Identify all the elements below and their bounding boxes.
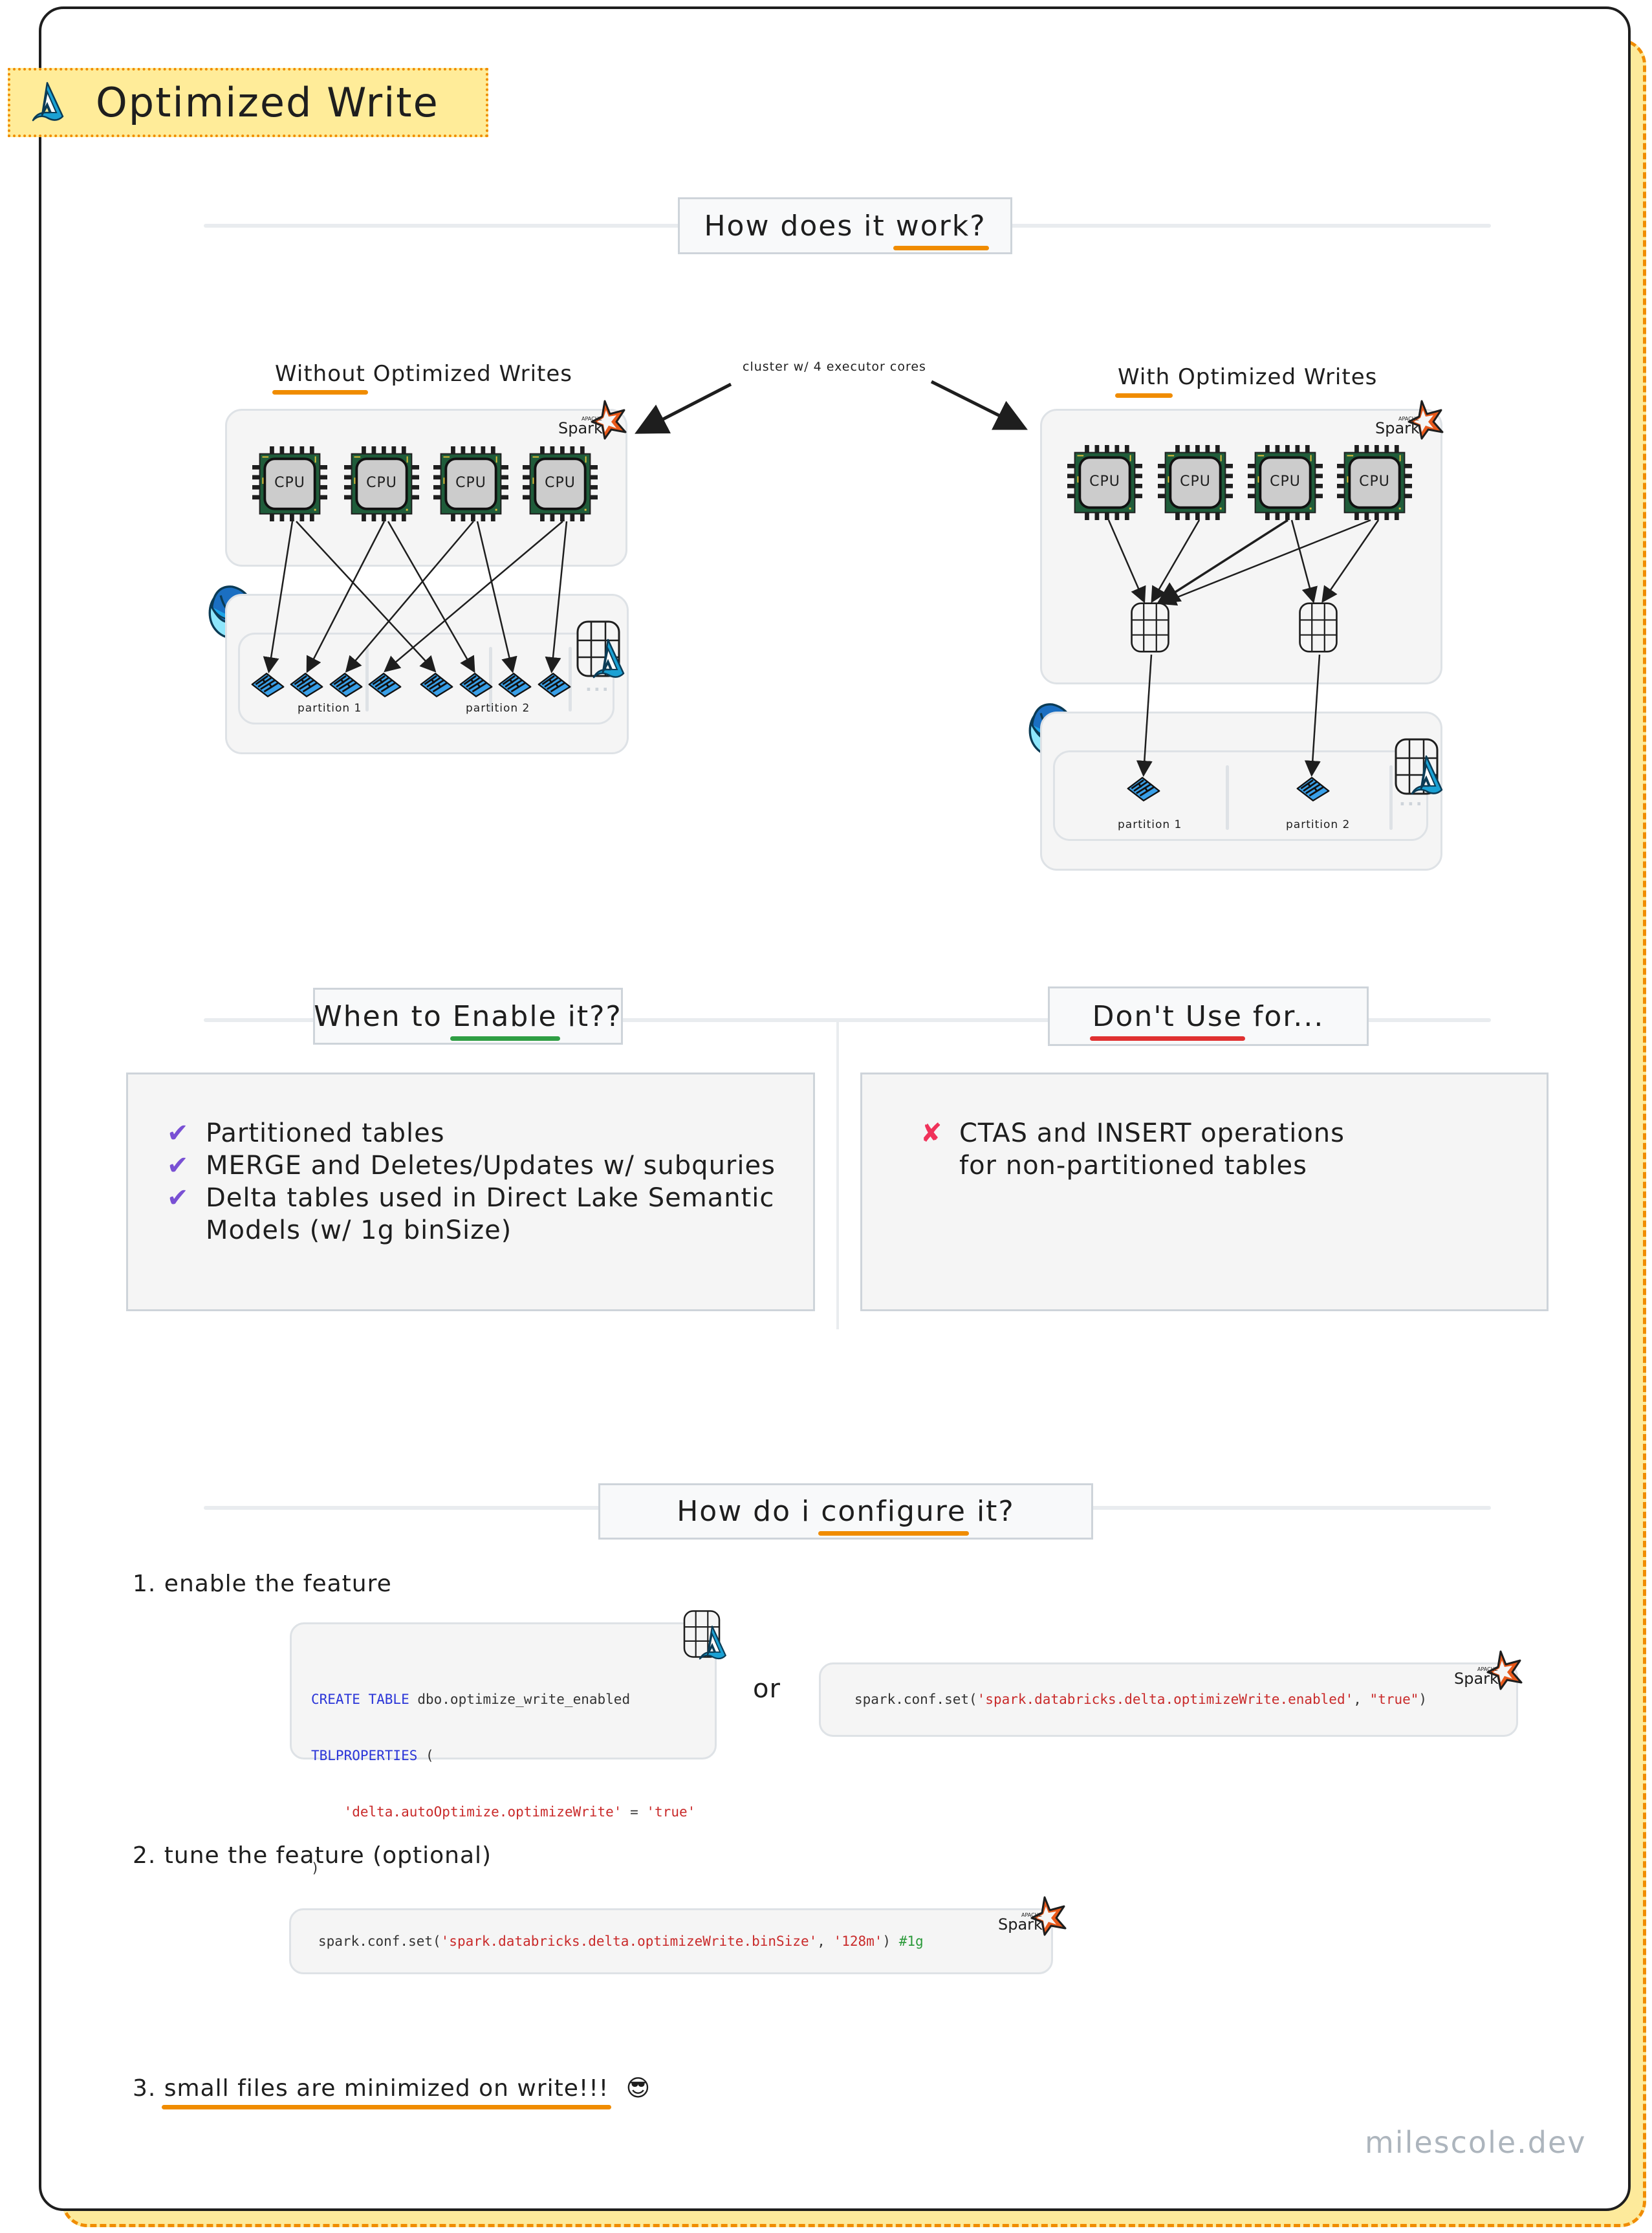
cpu-to-bin-arrows-with (1107, 519, 1380, 777)
data-flow-arrow (1290, 519, 1318, 604)
code-string: '128m' (833, 1933, 883, 1949)
check-icon: ✔ (167, 1183, 190, 1213)
code-line: spark.conf.set('spark.databricks.delta.o… (854, 1692, 1427, 1707)
code-text: spark.conf.set( (854, 1692, 977, 1707)
code-keyword: TBLPROPERTIES (311, 1748, 418, 1763)
dont-use-card: ✘ CTAS and INSERT operations for non-part… (860, 1073, 1549, 1311)
step-1-label: 1. enable the feature (133, 1571, 392, 1597)
code-line: 'delta.autoOptimize.optimizeWrite' = 'tr… (311, 1803, 696, 1822)
heading-underlined-text: configure (818, 1495, 969, 1536)
data-flow-arrow (1151, 519, 1201, 604)
code-line: TBLPROPERTIES ( (311, 1747, 695, 1765)
data-flow-arrow (1136, 654, 1153, 777)
code-string: 'spark.databricks.delta.optimizeWrite.bi… (440, 1933, 818, 1949)
list-item-text: Partitioned tables (206, 1118, 445, 1148)
heading-text: How do i (677, 1495, 821, 1528)
check-icon: ✔ (167, 1151, 190, 1181)
check-icon: ✔ (167, 1118, 190, 1148)
code-text: ( (417, 1748, 434, 1763)
heading-text: it?? (557, 999, 622, 1033)
list-item: ✔ MERGE and Deletes/Updates w/ subquries (167, 1149, 801, 1182)
code-text: , (1353, 1692, 1370, 1707)
watermark: milescole.dev (1365, 2125, 1587, 2160)
spark-logo-icon (1449, 1646, 1527, 1692)
code-text: dbo.optimize_write_enabled (409, 1692, 631, 1707)
code-string: "true" (1369, 1692, 1419, 1707)
data-flow-arrow (1107, 519, 1146, 604)
heading-text: for... (1242, 999, 1325, 1033)
step-2-label: 2. tune the feature (optional) (133, 1842, 492, 1869)
code-text: = (622, 1804, 647, 1820)
code-string: 'delta.autoOptimize.optimizeWrite' (343, 1804, 622, 1820)
step-3-label: 3. small files are minimized on write!!!… (133, 2075, 651, 2109)
heading-text: When to (314, 999, 453, 1033)
pyspark-tune-code-block[interactable]: spark.conf.set('spark.databricks.delta.o… (289, 1908, 1053, 1974)
column-divider (836, 1022, 839, 1329)
code-keyword: CREATE TABLE (311, 1692, 409, 1707)
code-line: CREATE TABLE dbo.optimize_write_enabled (311, 1690, 695, 1709)
section-heading-when-enable: When to Enable it?? (313, 988, 623, 1045)
when-enable-card: ✔ Partitioned tables ✔ MERGE and Deletes/Up… (126, 1073, 815, 1311)
list-item-text: Delta tables used in Direct Lake Semanti… (206, 1183, 775, 1245)
code-string: 'spark.databricks.delta.optimizeWrite.en… (977, 1692, 1354, 1707)
list-item: ✔ Partitioned tables (167, 1117, 801, 1149)
section-heading-configure: How do i configure it? (598, 1483, 1093, 1540)
sunglasses-emoji-icon: 😎 (625, 2075, 651, 2102)
heading-underlined-text: Don't Use (1089, 999, 1246, 1041)
step-3-underlined-text: small files are minimized on write!!! (161, 2075, 612, 2109)
delta-lake-logo-icon (695, 1624, 729, 1664)
pyspark-enable-code-block[interactable]: spark.conf.set('spark.databricks.delta.o… (819, 1662, 1518, 1737)
code-text: spark.conf.set( (318, 1933, 441, 1949)
list-item-text: CTAS and INSERT operations for non-parti… (959, 1118, 1345, 1181)
code-comment: #1g (898, 1933, 924, 1949)
cross-icon: ✘ (920, 1118, 943, 1148)
code-string: 'true' (646, 1804, 696, 1820)
code-line: spark.conf.set('spark.databricks.delta.o… (318, 1933, 924, 1949)
heading-underlined-text: Enable (450, 999, 560, 1041)
enable-list: ✔ Partitioned tables ✔ MERGE and Deletes/Up… (167, 1117, 801, 1247)
code-text: ) (882, 1933, 899, 1949)
list-item: ✔ Delta tables used in Direct Lake Semant… (167, 1182, 801, 1247)
list-item-text: MERGE and Deletes/Updates w/ subquries (206, 1151, 776, 1181)
section-heading-dont-use: Don't Use for... (1048, 986, 1369, 1046)
dont-use-list: ✘ CTAS and INSERT operations for non-part… (920, 1117, 1386, 1182)
step-3-number: 3. (133, 2075, 164, 2102)
data-flow-arrow (1321, 519, 1380, 604)
code-text: ) (1418, 1692, 1428, 1707)
list-item: ✘ CTAS and INSERT operations for non-part… (920, 1117, 1386, 1182)
data-flow-arrow (1304, 654, 1321, 777)
heading-text: it? (966, 1495, 1015, 1528)
or-separator: or (753, 1674, 781, 1704)
code-text: , (817, 1933, 834, 1949)
spark-logo-icon (993, 1892, 1071, 1937)
sql-code-block[interactable]: CREATE TABLE dbo.optimize_write_enabled … (290, 1622, 717, 1876)
